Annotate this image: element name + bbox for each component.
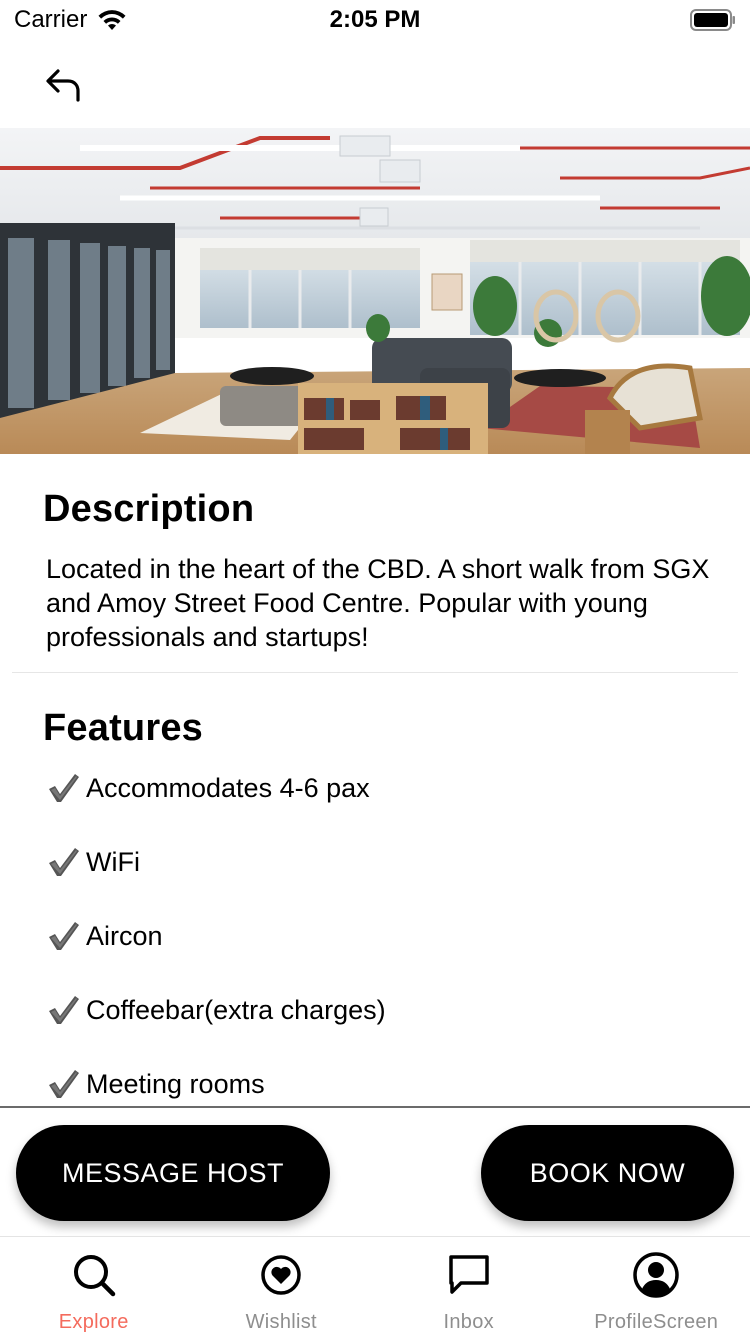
message-host-button[interactable]: MESSAGE HOST <box>16 1125 330 1221</box>
search-icon <box>73 1255 115 1297</box>
status-bar: Carrier 2:05 PM <box>0 0 750 40</box>
features-title: Features <box>43 707 204 749</box>
action-bar: MESSAGE HOST BOOK NOW <box>0 1106 750 1236</box>
heart-icon <box>261 1255 301 1295</box>
user-icon <box>633 1252 679 1298</box>
status-time: 2:05 PM <box>329 6 421 33</box>
tab-wishlist[interactable]: Wishlist <box>188 1237 376 1334</box>
feature-item: Meeting rooms <box>46 1066 386 1106</box>
chat-icon <box>449 1255 489 1294</box>
bottom-tab-bar: Explore Wishlist Inbox ProfileScreen <box>0 1236 750 1334</box>
feature-item: Coffeebar(extra charges) <box>46 992 386 1066</box>
feature-label: Accommodates 4-6 pax <box>86 773 370 803</box>
description-text: Located in the heart of the CBD. A short… <box>46 554 710 652</box>
check-icon <box>49 996 79 1024</box>
tab-inbox[interactable]: Inbox <box>375 1237 563 1334</box>
tab-label: Inbox <box>443 1311 494 1333</box>
feature-label: Coffeebar(extra charges) <box>86 995 386 1025</box>
check-icon <box>49 1070 79 1098</box>
section-divider <box>12 672 738 673</box>
feature-item: Aircon <box>46 918 386 992</box>
book-now-button[interactable]: BOOK NOW <box>481 1125 734 1221</box>
feature-item: Accommodates 4-6 pax <box>46 770 386 844</box>
listing-details: Description Located in the heart of the … <box>0 454 750 1106</box>
check-icon <box>49 848 79 876</box>
listing-photo <box>0 128 750 454</box>
tab-label: Wishlist <box>245 1311 317 1333</box>
battery-icon <box>690 9 735 31</box>
office-interior-image <box>0 128 750 454</box>
features-list: Accommodates 4-6 pax WiFi Aircon Coffeeb… <box>46 770 386 1106</box>
feature-item: WiFi <box>46 844 386 918</box>
check-icon <box>49 922 79 950</box>
description-title: Description <box>43 488 255 530</box>
tab-label: ProfileScreen <box>594 1311 719 1333</box>
back-arrow-icon <box>46 69 80 102</box>
check-icon <box>49 774 79 802</box>
feature-label: Meeting rooms <box>86 1069 265 1099</box>
back-button[interactable] <box>36 60 92 110</box>
tab-label: Explore <box>58 1311 129 1333</box>
tab-explore[interactable]: Explore <box>0 1237 188 1334</box>
tab-profile[interactable]: ProfileScreen <box>563 1237 750 1334</box>
feature-label: Aircon <box>86 921 163 951</box>
feature-label: WiFi <box>86 847 140 877</box>
